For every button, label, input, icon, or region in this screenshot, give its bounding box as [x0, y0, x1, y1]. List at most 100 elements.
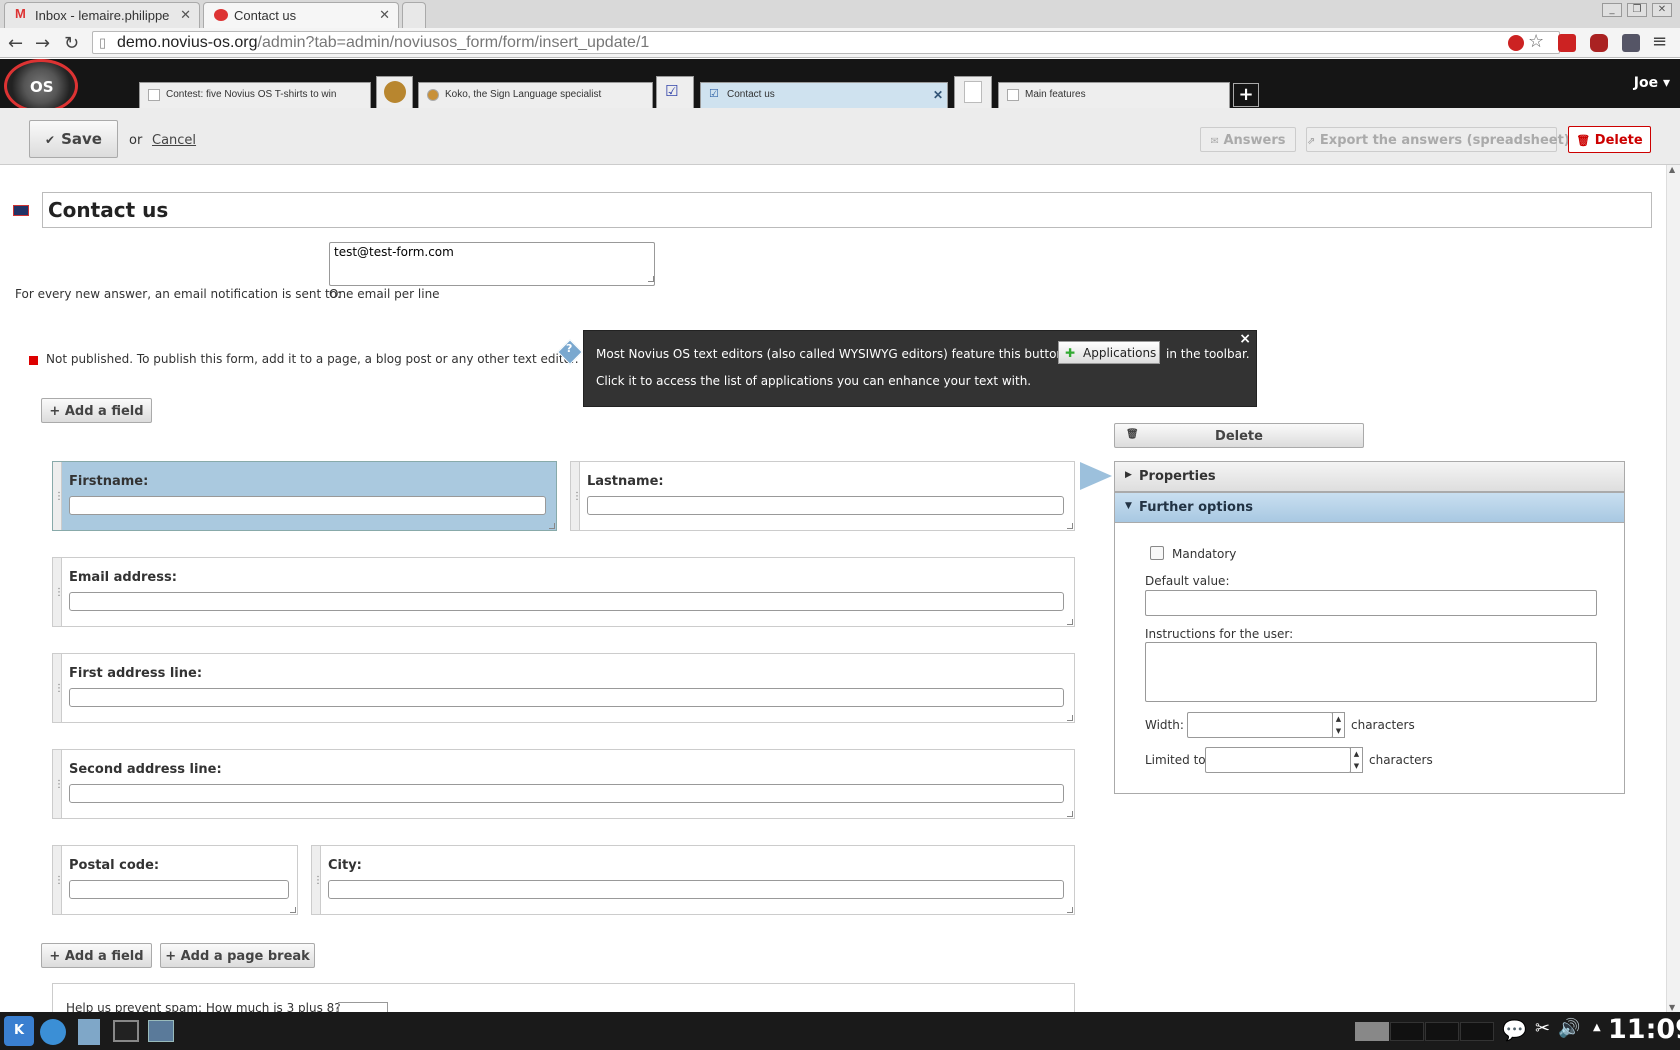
notification-email-field[interactable]: test@test-form.com	[329, 242, 655, 286]
resize-handle[interactable]	[290, 907, 296, 913]
delete-label: Delete	[1594, 133, 1643, 148]
field-address-1[interactable]: First address line:	[52, 653, 1075, 723]
width-spinner[interactable]: ▲ ▼	[1332, 712, 1345, 738]
restore-icon[interactable]: ❐	[1627, 3, 1647, 17]
form-title-input[interactable]: Contact us	[42, 192, 1652, 228]
back-icon[interactable]: ←	[8, 33, 23, 54]
tooltip-close-icon[interactable]: ×	[1239, 331, 1251, 347]
minimize-icon[interactable]: _	[1602, 3, 1622, 17]
extension-icon[interactable]	[1590, 34, 1608, 52]
gmail-extension-icon[interactable]	[1558, 34, 1576, 52]
email-preview-input[interactable]	[69, 592, 1064, 611]
uk-flag-icon[interactable]	[13, 205, 29, 216]
new-app-tab-button[interactable]: +	[1233, 83, 1259, 107]
novius-logo[interactable]: OS	[4, 59, 78, 113]
chrome-icon[interactable]	[40, 1019, 66, 1045]
clock[interactable]: 11:09	[1608, 1014, 1680, 1045]
app-tab-main-features[interactable]: Main features	[998, 82, 1230, 108]
drag-handle-icon[interactable]	[53, 462, 64, 530]
scroll-up-icon[interactable]: ▲	[1669, 165, 1675, 174]
app-tab-contact-us[interactable]: ☑ Contact us ✕	[700, 82, 948, 108]
pager-desktop-1[interactable]	[1355, 1022, 1389, 1041]
mandatory-checkbox[interactable]	[1150, 546, 1164, 560]
captcha-input[interactable]	[338, 1002, 388, 1012]
app-tab-koko[interactable]: Koko, the Sign Language specialist	[418, 82, 653, 108]
menu-icon[interactable]: ≡	[1652, 31, 1670, 52]
scrollbar[interactable]: ▲ ▼	[1666, 165, 1680, 1012]
resize-handle[interactable]	[1067, 619, 1073, 625]
limited-to-input[interactable]	[1205, 747, 1351, 773]
drag-handle-icon[interactable]	[53, 654, 64, 722]
terminal-icon[interactable]	[113, 1020, 139, 1042]
file-manager-icon[interactable]	[78, 1019, 100, 1045]
field-lastname[interactable]: Lastname:	[570, 461, 1075, 531]
resize-handle[interactable]	[1067, 907, 1073, 913]
delete-field-button[interactable]: 🗑 Delete	[1114, 423, 1364, 448]
instructions-textarea[interactable]	[1145, 642, 1597, 702]
desktop-icon[interactable]	[148, 1020, 174, 1042]
add-field-button-bottom[interactable]: + Add a field	[41, 943, 152, 968]
resize-handle[interactable]	[549, 523, 555, 529]
add-field-button[interactable]: + Add a field	[41, 398, 152, 423]
forms-app-icon[interactable]: ☑	[656, 76, 694, 108]
pager-desktop-2[interactable]	[1390, 1022, 1424, 1041]
address1-preview-input[interactable]	[69, 688, 1064, 707]
delete-button[interactable]: 🗑 Delete	[1568, 126, 1651, 153]
limited-to-spinner[interactable]: ▲ ▼	[1350, 747, 1363, 773]
tray-expand-icon[interactable]: ▲	[1593, 1022, 1601, 1033]
scroll-down-icon[interactable]: ▼	[1669, 1003, 1675, 1012]
pager-desktop-3[interactable]	[1425, 1022, 1459, 1041]
field-address-2[interactable]: Second address line:	[52, 749, 1075, 819]
kde-menu-icon[interactable]: K	[4, 1016, 34, 1046]
city-preview-input[interactable]	[328, 880, 1064, 899]
reload-icon[interactable]: ↻	[64, 33, 79, 54]
save-button[interactable]: ✔ Save	[29, 120, 118, 158]
forward-icon[interactable]: →	[35, 33, 50, 54]
chat-icon[interactable]: 💬	[1502, 1018, 1527, 1042]
user-menu[interactable]: Joe ▾	[1634, 75, 1670, 91]
browser-tab-contact-us[interactable]: Contact us ✕	[203, 2, 399, 28]
default-value-input[interactable]	[1145, 590, 1597, 616]
drag-handle-icon[interactable]	[53, 846, 64, 914]
cancel-link[interactable]: Cancel	[152, 133, 196, 148]
drag-handle-icon[interactable]	[53, 558, 64, 626]
close-icon[interactable]: ✕	[933, 88, 943, 102]
width-input[interactable]	[1187, 712, 1333, 738]
add-page-break-button[interactable]: + Add a page break	[160, 943, 315, 968]
clipboard-icon[interactable]: ✂	[1535, 1018, 1550, 1039]
field-city[interactable]: City:	[311, 845, 1075, 915]
field-firstname[interactable]: Firstname:	[52, 461, 557, 531]
close-icon[interactable]: ✕	[379, 7, 390, 23]
address2-preview-input[interactable]	[69, 784, 1064, 803]
resize-handle[interactable]	[1067, 811, 1073, 817]
lastname-preview-input[interactable]	[587, 496, 1064, 515]
drag-handle-icon[interactable]	[53, 750, 64, 818]
monkey-app-icon[interactable]	[376, 76, 413, 108]
url-field[interactable]: ▯ demo.novius-os.org/admin?tab=admin/nov…	[92, 31, 1560, 54]
field-email[interactable]: Email address:	[52, 557, 1075, 627]
resize-handle[interactable]	[648, 276, 654, 282]
window-close-icon[interactable]: ✕	[1652, 3, 1672, 17]
field-postal-code[interactable]: Postal code:	[52, 845, 298, 915]
bookmark-star-icon[interactable]: ☆	[1528, 31, 1546, 52]
resize-handle[interactable]	[1067, 523, 1073, 529]
further-options-accordion[interactable]: ▼ Further options	[1114, 492, 1625, 523]
new-browser-tab-button[interactable]	[402, 2, 426, 28]
browser-tab-gmail[interactable]: M Inbox - lemaire.philippe ✕	[4, 2, 200, 28]
pager-desktop-4[interactable]	[1460, 1022, 1494, 1041]
app-tab-contest[interactable]: Contest: five Novius OS T-shirts to win	[139, 82, 371, 108]
close-icon[interactable]: ✕	[180, 7, 191, 23]
drag-handle-icon[interactable]	[312, 846, 323, 914]
firstname-preview-input[interactable]	[69, 496, 546, 515]
volume-icon[interactable]: 🔊	[1558, 1018, 1580, 1039]
properties-accordion[interactable]: ▶ Properties	[1114, 461, 1625, 492]
postal-preview-input[interactable]	[69, 880, 289, 899]
tools-extension-icon[interactable]	[1622, 34, 1640, 52]
answers-button[interactable]: ✉ Answers	[1200, 127, 1296, 152]
pages-app-icon[interactable]	[954, 76, 992, 108]
resize-handle[interactable]	[1067, 715, 1073, 721]
adblock-icon[interactable]	[1508, 35, 1524, 51]
export-button[interactable]: ⇗ Export the answers (spreadsheet)	[1306, 127, 1570, 152]
instructions-label: Instructions for the user:	[1145, 627, 1294, 641]
drag-handle-icon[interactable]	[571, 462, 582, 530]
